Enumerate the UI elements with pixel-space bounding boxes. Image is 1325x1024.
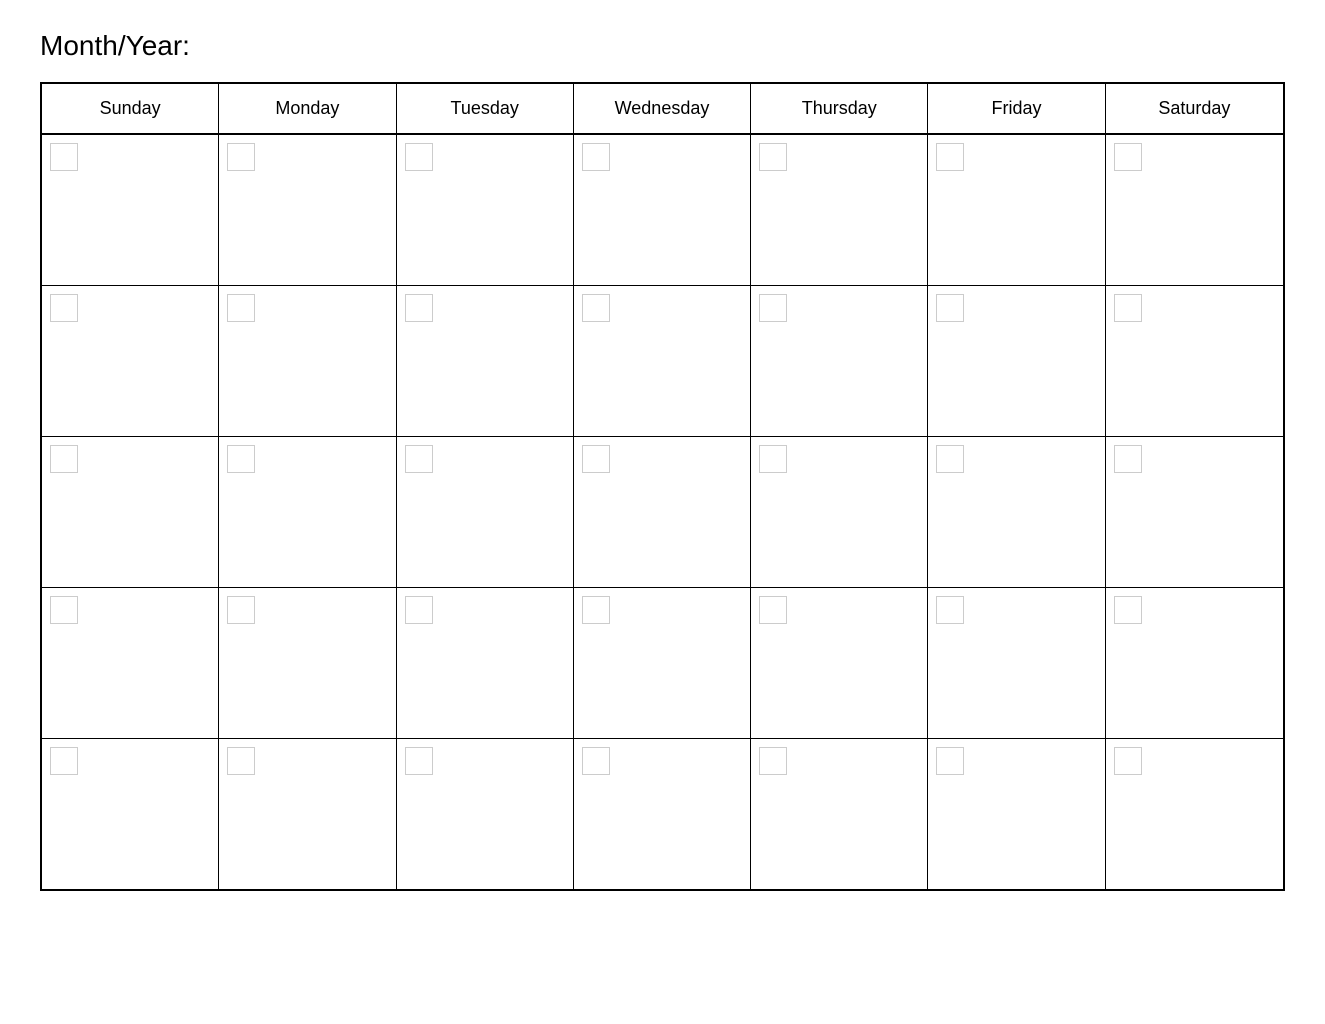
calendar-cell[interactable]	[574, 286, 751, 436]
date-box	[50, 445, 78, 473]
date-box	[405, 596, 433, 624]
date-box	[50, 747, 78, 775]
date-box	[759, 747, 787, 775]
date-box	[936, 445, 964, 473]
date-box	[405, 747, 433, 775]
date-box	[582, 596, 610, 624]
calendar-row	[42, 739, 1283, 889]
page-title: Month/Year:	[40, 30, 1285, 62]
date-box	[405, 445, 433, 473]
calendar-cell[interactable]	[397, 739, 574, 889]
date-box	[405, 143, 433, 171]
calendar-cell[interactable]	[928, 437, 1105, 587]
calendar-cell[interactable]	[397, 437, 574, 587]
header-sunday: Sunday	[42, 84, 219, 133]
calendar-cell[interactable]	[42, 135, 219, 285]
calendar-cell[interactable]	[219, 588, 396, 738]
date-box	[936, 294, 964, 322]
date-box	[50, 294, 78, 322]
calendar-cell[interactable]	[751, 588, 928, 738]
date-box	[227, 143, 255, 171]
calendar-cell[interactable]	[751, 286, 928, 436]
calendar-row	[42, 286, 1283, 437]
calendar-cell[interactable]	[928, 286, 1105, 436]
header-wednesday: Wednesday	[574, 84, 751, 133]
date-box	[1114, 747, 1142, 775]
date-box	[759, 596, 787, 624]
calendar-cell[interactable]	[42, 437, 219, 587]
header-monday: Monday	[219, 84, 396, 133]
date-box	[759, 294, 787, 322]
calendar-row	[42, 135, 1283, 286]
date-box	[50, 143, 78, 171]
calendar-cell[interactable]	[42, 286, 219, 436]
calendar-cell[interactable]	[574, 739, 751, 889]
date-box	[227, 294, 255, 322]
calendar-cell[interactable]	[1106, 437, 1283, 587]
header-friday: Friday	[928, 84, 1105, 133]
calendar-cell[interactable]	[751, 135, 928, 285]
date-box	[582, 143, 610, 171]
date-box	[227, 596, 255, 624]
date-box	[1114, 445, 1142, 473]
calendar-cell[interactable]	[397, 588, 574, 738]
calendar-cell[interactable]	[751, 437, 928, 587]
calendar-cell[interactable]	[1106, 588, 1283, 738]
calendar-cell[interactable]	[1106, 286, 1283, 436]
calendar-cell[interactable]	[574, 437, 751, 587]
calendar-cell[interactable]	[1106, 135, 1283, 285]
calendar-cell[interactable]	[574, 588, 751, 738]
date-box	[936, 596, 964, 624]
date-box	[936, 747, 964, 775]
calendar-cell[interactable]	[928, 135, 1105, 285]
date-box	[759, 143, 787, 171]
calendar-row	[42, 588, 1283, 739]
calendar-cell[interactable]	[42, 588, 219, 738]
date-box	[50, 596, 78, 624]
date-box	[582, 294, 610, 322]
calendar-cell[interactable]	[928, 588, 1105, 738]
calendar-cell[interactable]	[219, 286, 396, 436]
calendar-cell[interactable]	[42, 739, 219, 889]
calendar-cell[interactable]	[397, 286, 574, 436]
date-box	[405, 294, 433, 322]
calendar-cell[interactable]	[1106, 739, 1283, 889]
calendar-cell[interactable]	[751, 739, 928, 889]
calendar: Sunday Monday Tuesday Wednesday Thursday…	[40, 82, 1285, 891]
calendar-body	[42, 135, 1283, 889]
header-thursday: Thursday	[751, 84, 928, 133]
date-box	[1114, 143, 1142, 171]
calendar-cell[interactable]	[574, 135, 751, 285]
calendar-cell[interactable]	[928, 739, 1105, 889]
header-saturday: Saturday	[1106, 84, 1283, 133]
calendar-header: Sunday Monday Tuesday Wednesday Thursday…	[42, 84, 1283, 135]
calendar-cell[interactable]	[397, 135, 574, 285]
calendar-row	[42, 437, 1283, 588]
date-box	[1114, 294, 1142, 322]
date-box	[759, 445, 787, 473]
calendar-cell[interactable]	[219, 135, 396, 285]
date-box	[936, 143, 964, 171]
date-box	[582, 445, 610, 473]
header-tuesday: Tuesday	[397, 84, 574, 133]
date-box	[1114, 596, 1142, 624]
calendar-cell[interactable]	[219, 739, 396, 889]
date-box	[582, 747, 610, 775]
date-box	[227, 445, 255, 473]
date-box	[227, 747, 255, 775]
calendar-cell[interactable]	[219, 437, 396, 587]
